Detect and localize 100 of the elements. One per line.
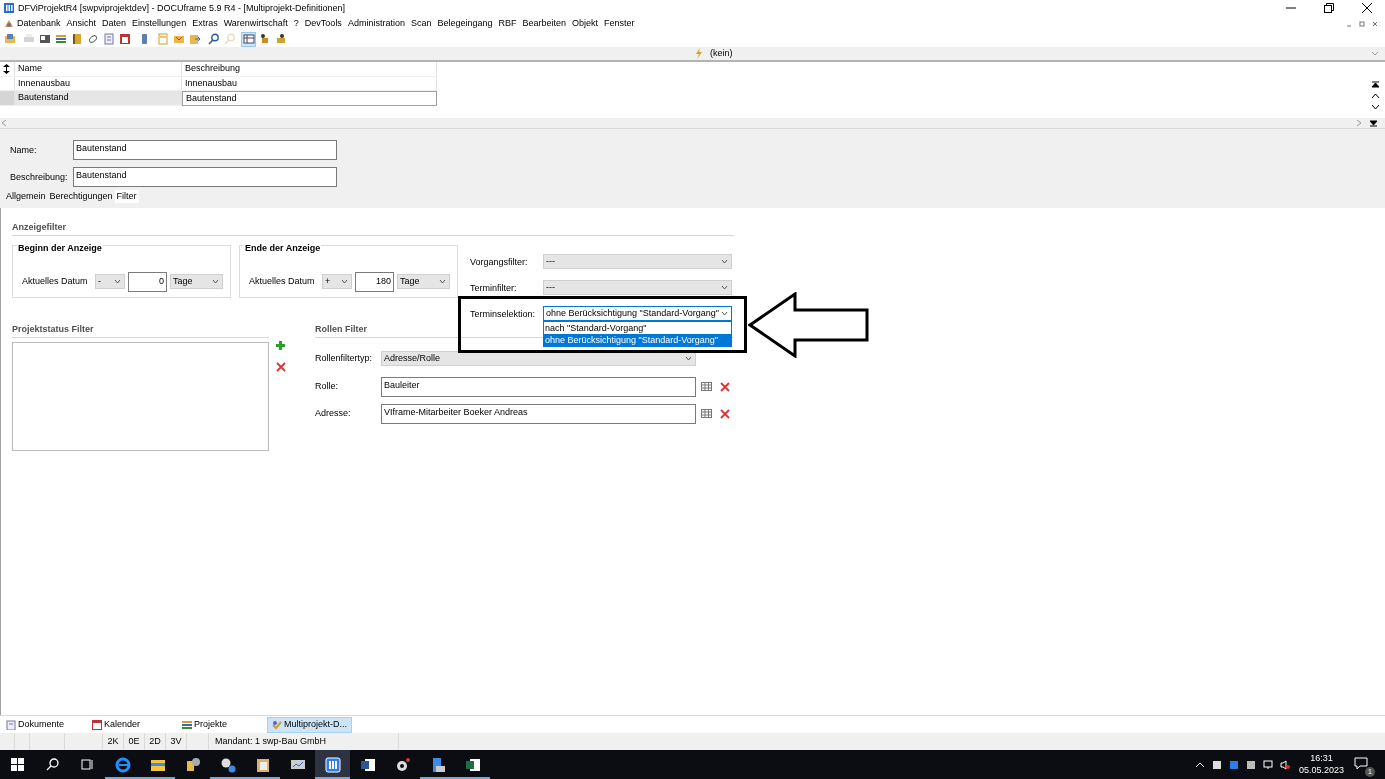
search-icon[interactable] bbox=[46, 758, 59, 771]
field-label: Rolle: bbox=[315, 381, 339, 392]
table-row[interactable]: Bautenstand Bautenstand bbox=[0, 91, 437, 106]
close-icon[interactable] bbox=[1362, 3, 1372, 13]
network-icon[interactable] bbox=[1262, 759, 1273, 770]
menu-item[interactable]: Datenbank bbox=[14, 18, 64, 29]
dropdown-value: Tage bbox=[173, 276, 193, 288]
menu-item[interactable]: DevTools bbox=[301, 18, 345, 29]
figures-icon[interactable] bbox=[274, 33, 287, 45]
dropdown[interactable]: - bbox=[95, 274, 125, 290]
paperclip-icon[interactable] bbox=[86, 33, 99, 45]
tab[interactable]: Filter bbox=[114, 190, 139, 203]
text-field[interactable]: Bauleiter bbox=[381, 376, 696, 397]
number-field[interactable]: 180 bbox=[355, 271, 394, 292]
table-cell: Bautenstand bbox=[182, 91, 437, 106]
dropdown[interactable]: --- bbox=[543, 253, 732, 269]
menu-item[interactable]: ? bbox=[290, 18, 302, 29]
dropdown[interactable]: Tage bbox=[170, 274, 223, 290]
text-field[interactable]: VIframe-Mitarbeiter Boeker Andreas bbox=[381, 403, 696, 424]
field-label: Vorgangsfilter: bbox=[470, 256, 529, 269]
field-label: Adresse: bbox=[315, 408, 352, 419]
menu-item[interactable]: Objekt bbox=[569, 18, 602, 29]
menu-item[interactable]: Fenster bbox=[601, 18, 638, 29]
last-icon[interactable] bbox=[1369, 119, 1378, 127]
sort-icon bbox=[3, 63, 10, 74]
restore-icon[interactable] bbox=[1324, 3, 1334, 13]
group-title: Beginn der Anzeige bbox=[17, 242, 103, 254]
chevron-up-icon[interactable] bbox=[1371, 92, 1380, 100]
chevron-down-icon[interactable] bbox=[1371, 103, 1380, 111]
chevron-down-icon bbox=[439, 279, 446, 285]
section-heading: Anzeigefilter bbox=[12, 222, 734, 236]
text-field[interactable]: Bautenstand bbox=[73, 140, 337, 160]
bottom-tab[interactable]: Multiprojekt-D... bbox=[267, 716, 353, 733]
table-icon[interactable] bbox=[701, 382, 712, 392]
figure-icon[interactable] bbox=[258, 33, 271, 45]
database-gear-icon bbox=[184, 756, 201, 773]
filter-value: (kein) bbox=[710, 48, 733, 59]
menu-item[interactable]: Einstellungen bbox=[129, 18, 190, 29]
field-label: Rollenfiltertyp: bbox=[315, 352, 374, 364]
menu-item[interactable]: Belegeingang bbox=[434, 18, 496, 29]
app-menu-icon[interactable] bbox=[4, 18, 14, 29]
menu-item[interactable]: Extras bbox=[189, 18, 221, 29]
document-icon[interactable] bbox=[102, 33, 115, 45]
calendar-icon[interactable] bbox=[118, 33, 131, 45]
table-icon[interactable] bbox=[242, 33, 255, 45]
first-icon[interactable] bbox=[1371, 81, 1380, 89]
menu-item[interactable]: Ansicht bbox=[63, 18, 100, 29]
number-field[interactable]: 0 bbox=[128, 271, 167, 292]
browser-icon bbox=[114, 756, 131, 773]
menu-item[interactable]: Scan bbox=[407, 18, 435, 29]
bottom-tab[interactable]: Dokumente bbox=[2, 716, 69, 733]
app-tray-icon[interactable] bbox=[1211, 759, 1222, 770]
dropdown-value: - bbox=[98, 276, 101, 288]
tab[interactable]: Allgemein bbox=[4, 190, 48, 203]
word-document-icon bbox=[359, 756, 376, 773]
delete-icon[interactable] bbox=[276, 361, 286, 372]
clock-date[interactable]: 05.05.2023 bbox=[1298, 764, 1344, 776]
table-icon[interactable] bbox=[701, 409, 712, 419]
menu-item[interactable]: Administration bbox=[344, 18, 408, 29]
delete-icon[interactable] bbox=[720, 408, 730, 419]
dropdown-option[interactable]: ohne Berücksichtigung "Standard-Vorgang" bbox=[544, 333, 731, 346]
mail-folder-icon[interactable] bbox=[172, 33, 185, 45]
clock-time[interactable]: 16:31 bbox=[1298, 753, 1344, 765]
list-icon[interactable] bbox=[54, 33, 67, 45]
dropdown-value: ohne Berücksichtigung "Standard-Vorgang" bbox=[546, 307, 719, 319]
tools-icon bbox=[272, 719, 283, 730]
text-field[interactable]: Bautenstand bbox=[73, 167, 337, 187]
bottom-tab[interactable]: Kalender bbox=[88, 716, 145, 733]
card-icon[interactable] bbox=[38, 33, 51, 45]
dropdown[interactable]: --- bbox=[543, 279, 732, 295]
dropdown[interactable]: + bbox=[322, 274, 352, 290]
menu-item[interactable]: Bearbeiten bbox=[519, 18, 570, 29]
menu-item[interactable]: Daten bbox=[99, 18, 130, 29]
lightning-icon bbox=[694, 48, 704, 59]
bottom-tab[interactable]: Projekte bbox=[178, 716, 232, 733]
taskbar-button[interactable] bbox=[315, 750, 350, 779]
dropdown[interactable]: ohne Berücksichtigung "Standard-Vorgang" bbox=[543, 305, 732, 321]
menu-item[interactable]: Warenwirtschaft bbox=[220, 18, 291, 29]
dropdown[interactable]: Tage bbox=[397, 274, 450, 290]
notification-icon[interactable] bbox=[1354, 756, 1368, 770]
field-label: Name: bbox=[10, 144, 38, 156]
mdi-restore-icon[interactable] bbox=[1357, 18, 1367, 29]
windows-logo-icon[interactable] bbox=[11, 758, 24, 771]
speaker-muted-icon[interactable] bbox=[1279, 759, 1290, 770]
chevron-down-icon bbox=[212, 279, 219, 285]
dropdown-value: + bbox=[325, 276, 331, 288]
menu-item[interactable]: RBF bbox=[495, 18, 520, 29]
dropdown-option[interactable]: nach "Standard-Vorgang" bbox=[544, 321, 731, 334]
app-tray-icon[interactable] bbox=[1245, 759, 1256, 770]
binder-icon[interactable] bbox=[70, 33, 83, 45]
search-icon[interactable] bbox=[207, 33, 220, 45]
column-header[interactable]: Name bbox=[15, 62, 182, 77]
column-header[interactable]: Beschreibung bbox=[182, 62, 437, 77]
delete-icon[interactable] bbox=[720, 381, 730, 392]
export-icon[interactable] bbox=[188, 33, 201, 45]
task-view-icon[interactable] bbox=[81, 758, 94, 771]
plus-icon[interactable] bbox=[276, 340, 285, 350]
tab[interactable]: Berechtigungen bbox=[47, 190, 115, 203]
field-label: Terminselektion: bbox=[470, 308, 537, 321]
folder-icon[interactable] bbox=[3, 33, 16, 45]
